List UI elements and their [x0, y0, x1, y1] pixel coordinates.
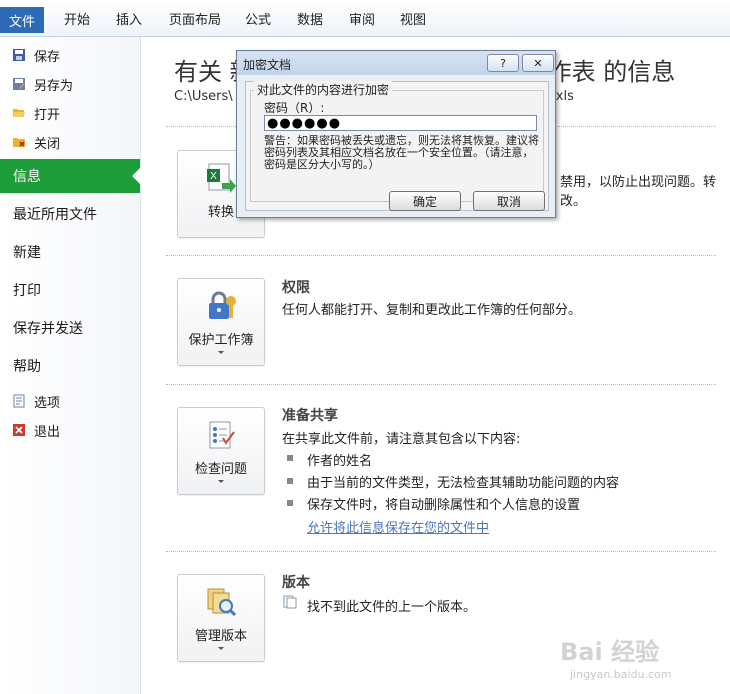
chevron-down-icon: [218, 480, 224, 483]
tab-insert[interactable]: 插入: [116, 9, 142, 28]
tab-home[interactable]: 开始: [64, 9, 90, 28]
encrypt-document-dialog: 加密文档 ? ✕ 对此文件的内容进行加密 密码（R）: ●●●●●● 警告：如果…: [236, 50, 556, 218]
cancel-button[interactable]: 取消: [473, 191, 545, 211]
password-field[interactable]: ●●●●●●: [264, 115, 537, 131]
sidebar-item-label: 退出: [34, 424, 61, 440]
permissions-title: 权限: [282, 280, 310, 296]
sidebar-item-save-send[interactable]: 保存并发送: [0, 313, 140, 343]
tab-data[interactable]: 数据: [297, 9, 323, 28]
dialog-title: 加密文档: [243, 58, 292, 72]
tab-file[interactable]: 文件: [0, 7, 44, 33]
sidebar-item-print[interactable]: 打印: [0, 275, 140, 305]
warning-text: 警告：如果密码被丢失或遗忘，则无法将其恢复。建议将密码列表及其相应文档名放在一个…: [264, 134, 539, 171]
options-icon: [13, 394, 25, 408]
sidebar-item-recent[interactable]: 最近所用文件: [0, 199, 140, 229]
sidebar-item-label: 打开: [34, 107, 61, 123]
list-item: 由于当前的文件类型，无法检查其辅助功能问题的内容: [307, 476, 620, 491]
help-button[interactable]: ?: [487, 54, 519, 72]
chevron-down-icon: [218, 647, 224, 650]
divider: [166, 551, 716, 552]
exit-icon: [13, 424, 25, 436]
save-as-icon: [13, 78, 25, 90]
allow-save-info-link[interactable]: 允许将此信息保存在您的文件中: [307, 517, 489, 536]
password-label: 密码（R）:: [264, 101, 325, 115]
dialog-titlebar[interactable]: 加密文档 ? ✕: [237, 51, 555, 75]
file-path-left: C:\Users\: [174, 89, 233, 104]
chevron-down-icon: [218, 351, 224, 354]
convert-text-1: 禁用，以防止出现问题。转: [560, 175, 717, 190]
excel-convert-icon: X: [207, 163, 236, 193]
versions-title: 版本: [282, 575, 310, 591]
folder-open-icon: [13, 109, 25, 117]
tab-review[interactable]: 审阅: [349, 9, 375, 28]
protect-workbook-button[interactable]: 保护工作簿: [177, 278, 265, 366]
sidebar-item-info[interactable]: 信息: [0, 159, 141, 193]
list-item: 作者的姓名: [307, 454, 373, 469]
bullet-icon: [287, 500, 293, 506]
tab-formulas[interactable]: 公式: [245, 9, 271, 28]
close-button[interactable]: ✕: [522, 54, 554, 72]
document-version-icon: [283, 595, 297, 609]
ok-button[interactable]: 确定: [389, 191, 461, 211]
encrypt-group-label: 对此文件的内容进行加密: [254, 81, 393, 98]
sidebar-item-close[interactable]: 关闭: [0, 131, 140, 153]
svg-text:X: X: [210, 171, 217, 182]
ribbon-tabs: 文件 开始 插入 页面布局 公式 数据 审阅 视图: [0, 0, 730, 37]
inspect-document-icon: [209, 421, 235, 449]
lock-key-icon: [209, 291, 236, 319]
save-icon: [13, 49, 25, 61]
sidebar-item-label: 保存: [34, 49, 61, 65]
prepare-intro: 在共享此文件前，请注意其包含以下内容:: [282, 432, 521, 447]
manage-versions-button[interactable]: 管理版本: [177, 574, 265, 662]
sidebar-item-new[interactable]: 新建: [0, 237, 140, 267]
sidebar-item-save-as[interactable]: 另存为: [0, 73, 140, 95]
versions-text: 找不到此文件的上一个版本。: [307, 600, 477, 615]
backstage-sidebar: 保存 另存为 打开 关闭 信息 最近所用文件 新建 打印 保存并发送 帮助 选项…: [0, 37, 141, 694]
sidebar-item-save[interactable]: 保存: [0, 44, 140, 66]
tab-view[interactable]: 视图: [400, 9, 426, 28]
baidu-watermark: Bai 经验: [560, 638, 660, 666]
permissions-text: 任何人都能打开、复制和更改此工作簿的任何部分。: [282, 303, 582, 318]
prepare-title: 准备共享: [282, 408, 338, 424]
sidebar-item-options[interactable]: 选项: [0, 390, 140, 412]
sidebar-item-label: 选项: [34, 395, 61, 411]
divider: [166, 255, 716, 256]
sidebar-item-label: 关闭: [34, 136, 61, 152]
tab-page-layout[interactable]: 页面布局: [169, 9, 221, 28]
bullet-icon: [287, 478, 293, 484]
folder-close-icon: [13, 138, 25, 147]
check-issues-button[interactable]: 检查问题: [177, 407, 265, 495]
convert-text-2: 改。: [560, 194, 587, 209]
sidebar-item-label: 另存为: [34, 78, 74, 94]
sidebar-item-help[interactable]: 帮助: [0, 351, 140, 381]
list-item: 保存文件时，将自动删除属性和个人信息的设置: [307, 498, 581, 513]
bullet-icon: [287, 455, 293, 461]
sidebar-item-open[interactable]: 打开: [0, 102, 140, 124]
divider: [166, 384, 716, 385]
check-issues-label: 检查问题: [194, 462, 247, 477]
protect-workbook-label: 保护工作簿: [188, 333, 254, 348]
manage-versions-icon: [207, 588, 237, 617]
sidebar-item-exit[interactable]: 退出: [0, 419, 140, 441]
baidu-watermark-url: jingyan.baidu.com: [570, 668, 672, 681]
manage-versions-label: 管理版本: [194, 629, 247, 644]
